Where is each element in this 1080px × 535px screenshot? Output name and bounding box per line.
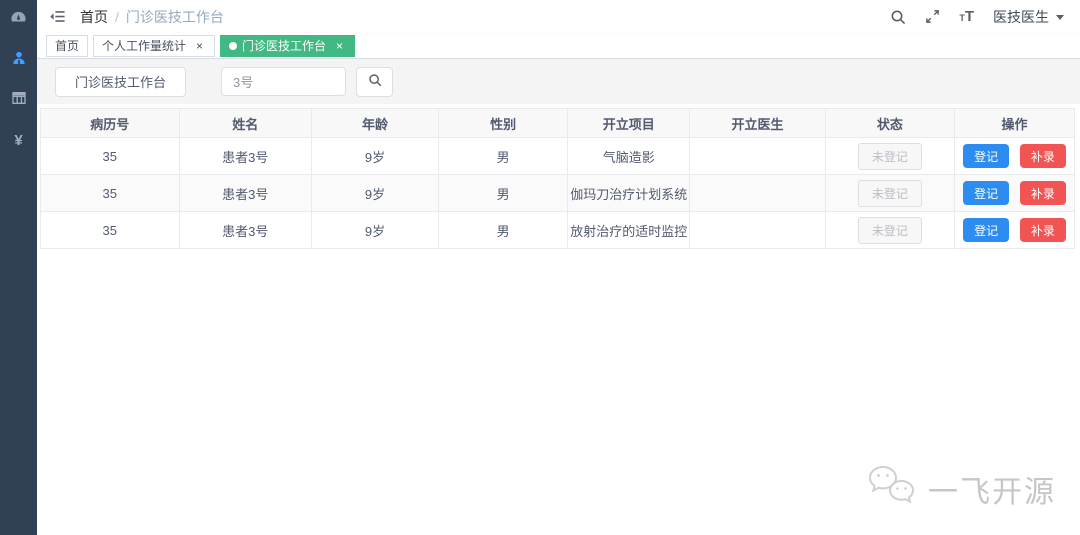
tab-label: 首页 (55, 39, 80, 53)
table-row: 35 患者3号 9岁 男 气脑造影 未登记 登记 补录 (40, 137, 1075, 175)
search-icon (368, 73, 382, 90)
cell-gender: 男 (438, 137, 569, 175)
status-badge: 未登记 (857, 179, 922, 207)
cell-item: 气脑造影 (567, 137, 691, 175)
cell-doctor (689, 174, 826, 212)
cell-doctor (689, 211, 826, 249)
cell-mrn: 35 (40, 174, 180, 212)
col-header-mrn: 病历号 (40, 108, 180, 138)
sidebar-item-dashboard[interactable] (0, 0, 37, 40)
cell-mrn: 35 (40, 137, 180, 175)
dashboard-icon (10, 9, 27, 31)
breadcrumb-separator: / (115, 8, 119, 25)
breadcrumb-home[interactable]: 首页 (80, 7, 108, 27)
cell-mrn: 35 (40, 211, 180, 249)
cell-name: 患者3号 (178, 174, 312, 212)
cell-age: 9岁 (310, 174, 440, 212)
cell-doctor (689, 137, 826, 175)
cell-gender: 男 (438, 211, 569, 249)
doctor-icon (11, 50, 27, 71)
patient-items-table: 病历号 姓名 年龄 性别 开立项目 开立医生 状态 操作 35 患者3号 9岁 … (37, 104, 1080, 249)
makeup-entry-button[interactable]: 补录 (1019, 218, 1066, 242)
status-badge: 未登记 (857, 216, 922, 244)
cell-gender: 男 (438, 174, 569, 212)
user-dropdown[interactable]: 医技医生 (993, 7, 1064, 27)
sidebar-item-medtech-workbench[interactable] (0, 40, 37, 80)
search-icon[interactable] (890, 9, 906, 25)
col-header-name: 姓名 (178, 108, 312, 138)
table-icon (11, 90, 27, 111)
sidebar-item-billing[interactable]: ¥ (0, 120, 37, 160)
col-header-actions: 操作 (954, 108, 1075, 138)
col-header-gender: 性别 (438, 108, 569, 138)
makeup-entry-button[interactable]: 补录 (1019, 181, 1066, 205)
breadcrumb-current: 门诊医技工作台 (125, 8, 224, 25)
col-header-item: 开立项目 (567, 108, 691, 138)
breadcrumb: 首页 / 门诊医技工作台 (80, 7, 224, 27)
user-name: 医技医生 (993, 8, 1049, 25)
font-size-icon[interactable]: TT (959, 9, 974, 25)
makeup-entry-button[interactable]: 补录 (1019, 144, 1066, 168)
close-icon[interactable]: × (333, 39, 346, 52)
table-row: 35 患者3号 9岁 男 伽玛刀治疗计划系统 未登记 登记 补录 (40, 174, 1075, 212)
cell-item: 伽玛刀治疗计划系统 (567, 174, 691, 212)
fullscreen-icon[interactable] (925, 9, 940, 24)
cell-item: 放射治疗的适时监控 (567, 211, 691, 249)
toolbar: 门诊医技工作台 (37, 59, 1080, 104)
tab-medtech-workbench[interactable]: 门诊医技工作台 × (220, 34, 356, 57)
cell-name: 患者3号 (178, 137, 312, 175)
col-header-status: 状态 (824, 108, 956, 138)
cell-age: 9岁 (310, 137, 440, 175)
money-icon: ¥ (14, 131, 23, 149)
register-button[interactable]: 登记 (963, 218, 1010, 242)
cell-age: 9岁 (310, 211, 440, 249)
table-header-row: 病历号 姓名 年龄 性别 开立项目 开立医生 状态 操作 (40, 108, 1075, 138)
workbench-button[interactable]: 门诊医技工作台 (55, 66, 187, 97)
col-header-age: 年龄 (310, 108, 440, 138)
navbar: 首页 / 门诊医技工作台 TT 医技医生 (37, 0, 1080, 33)
search-button[interactable] (356, 66, 394, 97)
tab-label: 门诊医技工作台 (242, 39, 327, 53)
sidebar: ¥ (0, 0, 37, 535)
hamburger-toggle-icon[interactable] (49, 8, 66, 25)
search-input[interactable] (221, 67, 347, 96)
tab-home[interactable]: 首页 (46, 34, 89, 57)
status-badge: 未登记 (857, 142, 922, 170)
active-dot (229, 41, 238, 50)
tab-label: 个人工作量统计 (102, 39, 187, 53)
table-row: 35 患者3号 9岁 男 放射治疗的适时监控 未登记 登记 补录 (40, 211, 1075, 249)
close-icon[interactable]: × (193, 39, 206, 52)
tags-view: 首页 个人工作量统计 × 门诊医技工作台 × (37, 33, 1080, 59)
register-button[interactable]: 登记 (963, 144, 1010, 168)
cell-name: 患者3号 (178, 211, 312, 249)
col-header-doctor: 开立医生 (689, 108, 826, 138)
register-button[interactable]: 登记 (963, 181, 1010, 205)
sidebar-item-table[interactable] (0, 80, 37, 120)
chevron-down-icon (1056, 15, 1064, 20)
tab-personal-workload[interactable]: 个人工作量统计 × (93, 34, 216, 57)
